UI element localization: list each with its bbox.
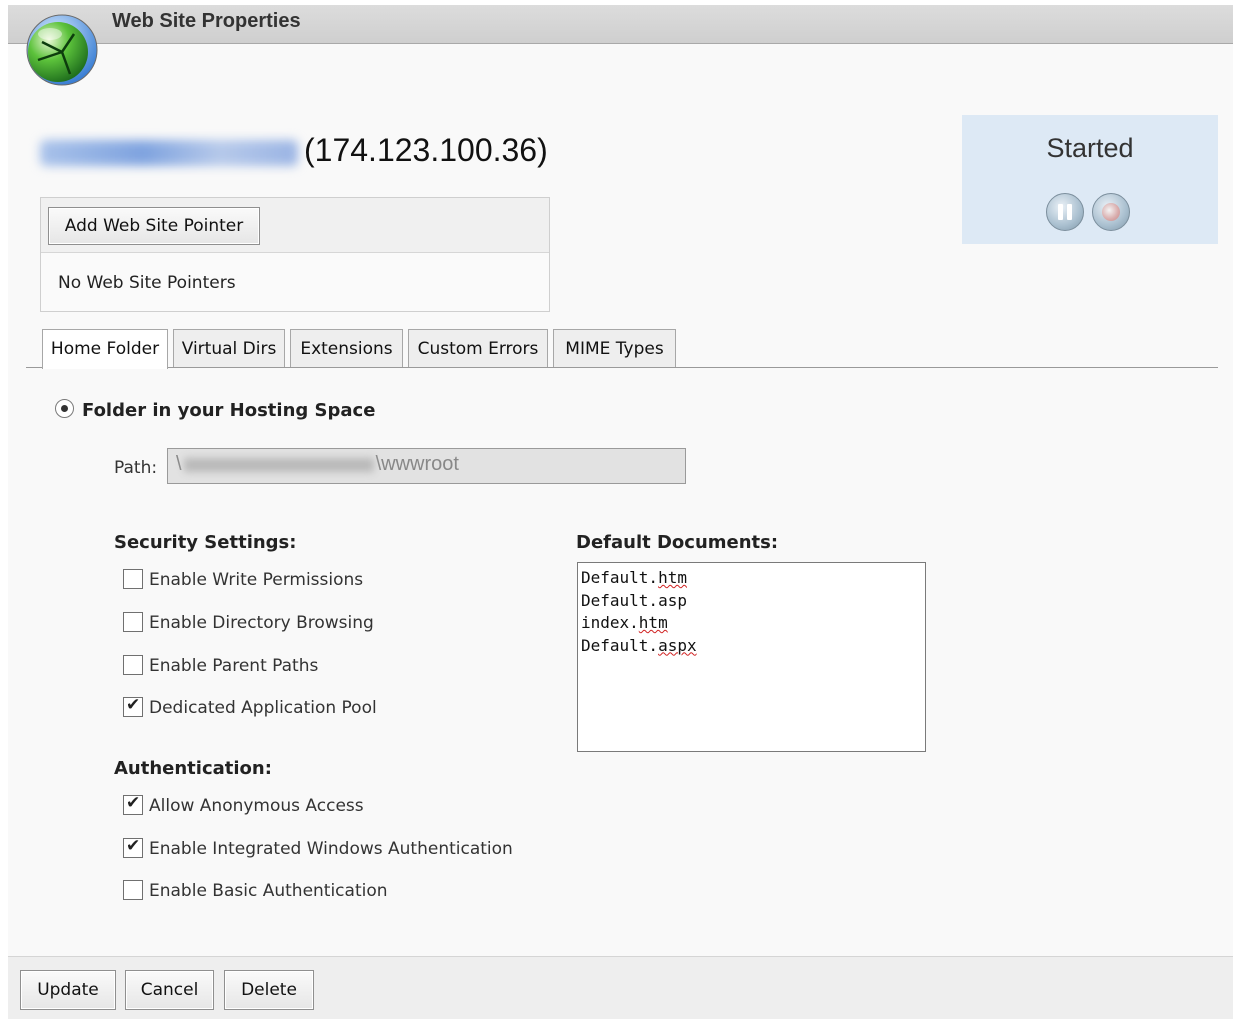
stop-icon xyxy=(1102,203,1120,221)
no-pointers-text: No Web Site Pointers xyxy=(58,273,236,293)
pause-icon-bar xyxy=(1067,204,1072,220)
basic-auth-label: Enable Basic Authentication xyxy=(149,881,388,901)
delete-button[interactable]: Delete xyxy=(224,970,314,1010)
tabs-divider xyxy=(26,367,1218,368)
parent-paths-checkbox[interactable] xyxy=(123,655,143,675)
add-web-site-pointer-button[interactable]: Add Web Site Pointer xyxy=(48,207,260,245)
status-text: Started xyxy=(1046,133,1134,163)
site-ip-address: (174.123.100.36) xyxy=(304,132,548,168)
tab-virtual-dirs[interactable]: Virtual Dirs xyxy=(173,329,285,367)
web-site-pointers-panel: Add Web Site Pointer No Web Site Pointer… xyxy=(40,197,550,312)
status-panel: Started xyxy=(962,115,1218,244)
list-item: Default.aspx xyxy=(581,635,697,655)
path-suffix: \wwwroot xyxy=(375,453,459,475)
write-permissions-label: Enable Write Permissions xyxy=(149,570,364,590)
pause-button[interactable] xyxy=(1046,193,1084,231)
default-documents-textarea[interactable]: Default.htm Default.asp index.htm Defaul… xyxy=(577,562,926,752)
hosting-space-radio[interactable] xyxy=(55,399,74,418)
windows-auth-checkbox[interactable] xyxy=(123,836,143,858)
hosting-space-label: Folder in your Hosting Space xyxy=(82,400,376,421)
path-prefix: \ xyxy=(176,453,182,475)
window-title: Web Site Properties xyxy=(112,10,301,32)
path-label: Path: xyxy=(114,458,158,478)
directory-browsing-checkbox[interactable] xyxy=(123,612,143,632)
write-permissions-checkbox[interactable] xyxy=(123,569,143,589)
update-button[interactable]: Update xyxy=(20,970,116,1010)
tab-mime-types[interactable]: MIME Types xyxy=(553,329,676,367)
pause-icon xyxy=(1058,204,1063,220)
tab-extensions[interactable]: Extensions xyxy=(290,329,403,367)
security-settings-heading: Security Settings: xyxy=(114,532,297,553)
list-item: Default.htm xyxy=(581,568,687,587)
tab-custom-errors[interactable]: Custom Errors xyxy=(408,329,548,367)
dedicated-pool-label: Dedicated Application Pool xyxy=(149,698,377,718)
path-field[interactable]: \ \wwwroot xyxy=(167,448,686,484)
basic-auth-checkbox[interactable] xyxy=(123,880,143,900)
directory-browsing-label: Enable Directory Browsing xyxy=(149,613,374,633)
parent-paths-label: Enable Parent Paths xyxy=(149,656,319,676)
stop-button[interactable] xyxy=(1092,193,1130,231)
default-documents-heading: Default Documents: xyxy=(576,532,779,553)
pointers-toolbar: Add Web Site Pointer xyxy=(41,198,549,253)
anonymous-access-checkbox[interactable] xyxy=(123,793,143,815)
cancel-button[interactable]: Cancel xyxy=(125,970,214,1010)
path-redacted xyxy=(183,457,374,472)
authentication-heading: Authentication: xyxy=(114,758,272,779)
tab-home-folder[interactable]: Home Folder xyxy=(42,329,168,369)
list-item: index.htm xyxy=(581,613,668,632)
anonymous-access-label: Allow Anonymous Access xyxy=(149,796,364,816)
windows-auth-label: Enable Integrated Windows Authentication xyxy=(149,839,513,859)
list-item: Default.asp xyxy=(581,590,687,610)
globe-icon xyxy=(26,14,98,86)
site-name-redacted xyxy=(40,140,298,166)
dedicated-pool-checkbox[interactable] xyxy=(123,695,143,717)
title-bar: Web Site Properties xyxy=(8,5,1233,44)
